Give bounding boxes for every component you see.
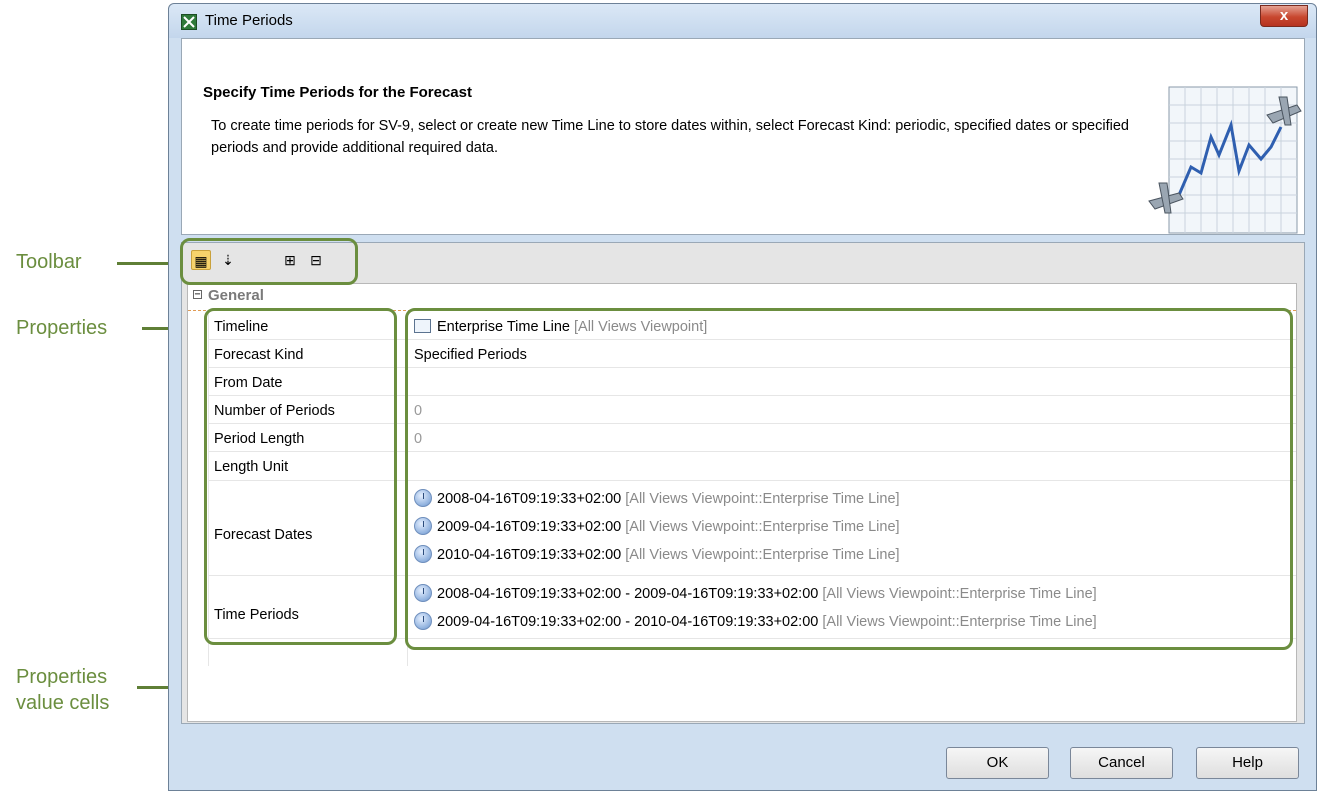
title-bar[interactable]: Time Periods x [169,4,1316,38]
value-cells-callout-line2: value cells [16,692,110,714]
dialog-header: Specify Time Periods for the Forecast To… [181,38,1305,235]
group-label: General [208,287,264,304]
dialog-heading: Specify Time Periods for the Forecast [203,84,472,101]
ok-button[interactable]: OK [946,747,1049,779]
dialog-description: To create time periods for SV-9, select … [211,118,1129,156]
group-row-general[interactable]: − General [188,284,1296,311]
collapse-group-icon[interactable]: − [193,290,202,300]
app-icon [181,14,197,30]
forecast-chart-illustration-icon [1148,86,1302,234]
value-cells-callout-line1: Properties [16,666,108,688]
window-title: Time Periods [205,12,293,29]
properties-highlight [204,308,397,645]
value-cells-highlight [405,308,1293,650]
cancel-button[interactable]: Cancel [1070,747,1173,779]
close-button[interactable]: x [1260,5,1308,27]
properties-callout: Properties [16,317,108,339]
toolbar-highlight [180,238,358,285]
toolbar-callout: Toolbar [16,251,82,273]
help-button[interactable]: Help [1196,747,1299,779]
